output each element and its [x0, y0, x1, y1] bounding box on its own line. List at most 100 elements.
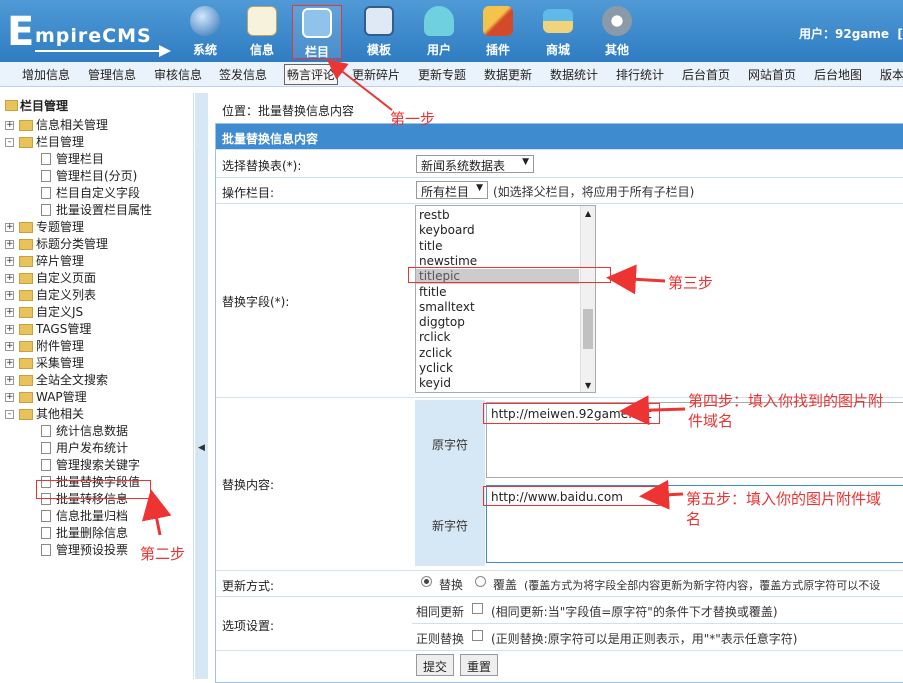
sidebar-item[interactable]: 全站全文搜索 — [36, 372, 108, 388]
submit-button[interactable]: 提交 — [416, 654, 455, 676]
column-select[interactable]: 所有栏目 ▼ — [416, 181, 488, 199]
sidebar-item[interactable]: 信息批量归档 — [56, 508, 128, 524]
sidebar-item[interactable]: 管理栏目 — [56, 151, 104, 167]
sidebar-item[interactable]: 管理搜索关键字 — [56, 457, 140, 473]
folder-icon — [19, 137, 33, 148]
nav-plugin[interactable]: 插件 — [471, 4, 525, 60]
expand-icon[interactable]: + — [5, 274, 14, 283]
scroll-up-icon[interactable]: ▲ — [585, 209, 591, 218]
field-option[interactable]: keyid — [419, 376, 451, 391]
field-option[interactable]: diggtop — [419, 315, 465, 330]
expand-icon[interactable]: + — [5, 325, 14, 334]
sidebar-item[interactable]: 批量删除信息 — [56, 525, 128, 541]
folder-icon — [19, 290, 33, 301]
sidebar-item[interactable]: 采集管理 — [36, 355, 84, 371]
mode-cover-radio[interactable] — [475, 576, 486, 587]
expand-icon[interactable]: + — [5, 376, 14, 385]
field-option[interactable]: yclick — [419, 361, 453, 376]
mode-replace-radio[interactable] — [421, 576, 432, 587]
options-label: 选项设置: — [222, 619, 275, 633]
field-option[interactable]: ftitle — [419, 285, 446, 300]
annotation-step3: 第三步 — [668, 274, 714, 292]
logout-link[interactable]: [退 — [897, 27, 903, 41]
sidebar-item[interactable]: 统计信息数据 — [56, 423, 128, 439]
sidebar-item[interactable]: 自定义列表 — [36, 287, 96, 303]
field-option[interactable]: restb — [419, 208, 450, 223]
page-icon — [41, 204, 51, 216]
mode-replace-label: 替换 — [439, 578, 464, 592]
expand-icon[interactable]: + — [5, 223, 14, 232]
sidebar-item[interactable]: 用户发布统计 — [56, 440, 128, 456]
row-buttons — [216, 650, 903, 679]
sidebar-item[interactable]: 栏目管理 — [36, 134, 84, 150]
reset-button[interactable]: 重置 — [460, 654, 499, 676]
table-select[interactable]: 新闻系统数据表 ▼ — [416, 155, 534, 173]
nav-user[interactable]: 用户 — [412, 4, 466, 60]
sidebar-item[interactable]: 附件管理 — [36, 338, 84, 354]
menu-admin-map[interactable]: 后台地图 — [814, 66, 862, 83]
menu-update-fragments[interactable]: 更新碎片 — [352, 66, 400, 83]
regex-checkbox[interactable] — [472, 630, 483, 641]
sidebar-item[interactable]: 其他相关 — [36, 406, 84, 422]
nav-system[interactable]: 系统 — [178, 4, 232, 60]
expand-icon[interactable]: + — [5, 257, 14, 266]
sidebar-tree: 栏目管理 + 信息相关管理 - 栏目管理 管理栏目 管理栏目(分页) 栏目自定义字段 批量设置… — [0, 93, 194, 679]
expand-icon[interactable]: + — [5, 291, 14, 300]
sidebar-item[interactable]: 自定义JS — [36, 304, 83, 320]
sidebar-item[interactable]: WAP管理 — [36, 389, 87, 405]
field-listbox[interactable]: restb keyboard title newstime titlepic ftitle… — [415, 205, 596, 393]
sidebar-item[interactable]: 管理栏目(分页) — [56, 168, 137, 184]
field-option[interactable]: keyboard — [419, 223, 475, 238]
nav-shop[interactable]: 商城 — [531, 4, 585, 60]
menu-rank-stats[interactable]: 排行统计 — [616, 66, 664, 83]
page-icon — [41, 527, 51, 539]
expand-icon[interactable]: + — [5, 240, 14, 249]
scroll-down-icon[interactable]: ▼ — [585, 381, 591, 390]
page-icon — [41, 459, 51, 471]
field-option[interactable]: zclick — [419, 346, 452, 361]
menu-sign-info[interactable]: 签发信息 — [219, 66, 267, 83]
expand-icon[interactable]: + — [5, 359, 14, 368]
menu-version[interactable]: 版本 — [880, 66, 903, 83]
mode-label: 更新方式: — [222, 579, 275, 593]
menu-manage-info[interactable]: 管理信息 — [88, 66, 136, 83]
nav-column[interactable]: 栏目 — [292, 5, 342, 59]
expand-icon[interactable]: + — [5, 308, 14, 317]
field-option[interactable]: smalltext — [419, 300, 475, 315]
sidebar-item[interactable]: 自定义页面 — [36, 270, 96, 286]
nav-info[interactable]: 信息 — [235, 4, 289, 60]
sidebar-item[interactable]: 专题管理 — [36, 219, 84, 235]
menu-data-update[interactable]: 数据更新 — [484, 66, 532, 83]
menu-comments[interactable]: 畅言评论 — [284, 64, 339, 85]
nav-template[interactable]: 模板 — [352, 4, 406, 60]
collapse-icon[interactable]: - — [5, 410, 14, 419]
same-update-label: 相同更新 — [416, 605, 465, 619]
collapse-arrow-icon[interactable]: ◀ — [198, 443, 205, 453]
field-option[interactable]: rclick — [419, 330, 450, 345]
sidebar-item[interactable]: TAGS管理 — [36, 321, 91, 337]
menu-update-topics[interactable]: 更新专题 — [418, 66, 466, 83]
menu-data-stats[interactable]: 数据统计 — [550, 66, 598, 83]
document-icon — [247, 6, 277, 36]
menu-site-home[interactable]: 网站首页 — [748, 66, 796, 83]
sidebar-item[interactable]: 批量设置栏目属性 — [56, 202, 152, 218]
nav-other[interactable]: 其他 — [590, 4, 644, 60]
folder-icon — [19, 341, 33, 352]
sidebar-item[interactable]: 标题分类管理 — [36, 236, 108, 252]
menu-add-info[interactable]: 增加信息 — [22, 66, 70, 83]
expand-icon[interactable]: + — [5, 393, 14, 402]
sidebar-item[interactable]: 碎片管理 — [36, 253, 84, 269]
menu-admin-home[interactable]: 后台首页 — [682, 66, 730, 83]
collapse-icon[interactable]: - — [5, 138, 14, 147]
sidebar-item[interactable]: 栏目自定义字段 — [56, 185, 140, 201]
sidebar-item[interactable]: 管理预设投票 — [56, 542, 128, 558]
scroll-thumb[interactable] — [583, 309, 593, 349]
expand-icon[interactable]: + — [5, 342, 14, 351]
listbox-scrollbar[interactable]: ▲ ▼ — [580, 206, 595, 392]
folder-icon — [19, 392, 33, 403]
sidebar-item[interactable]: 信息相关管理 — [36, 117, 108, 133]
expand-icon[interactable]: + — [5, 121, 14, 130]
same-update-checkbox[interactable] — [472, 603, 483, 614]
menu-review-info[interactable]: 审核信息 — [154, 66, 202, 83]
field-option[interactable]: title — [419, 239, 442, 254]
